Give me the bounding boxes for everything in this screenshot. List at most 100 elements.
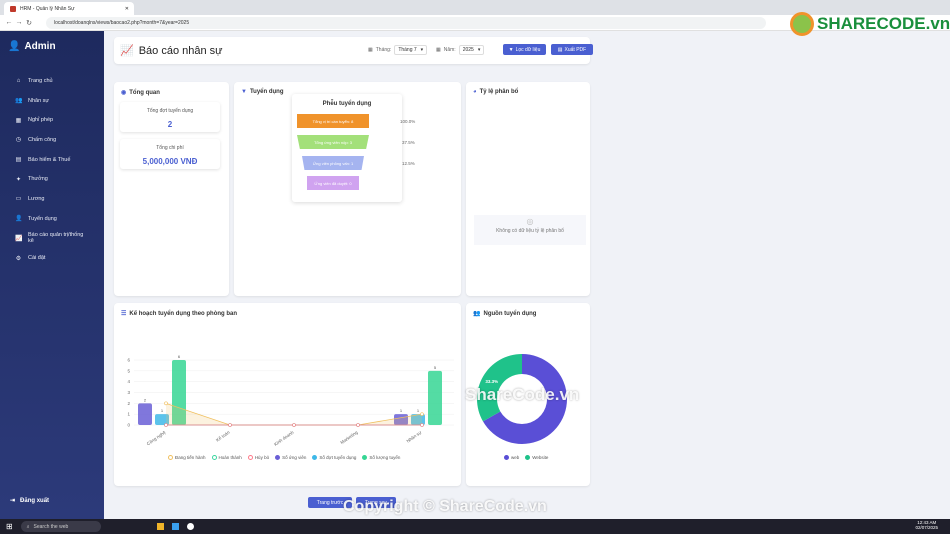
- legend-item[interactable]: Số lượng tuyển: [362, 455, 400, 460]
- funnel-stage-label: Tổng vị trí cần tuyển: 8: [312, 118, 354, 124]
- funnel-stage-label: Ứng viên phỏng vấn: 1: [312, 160, 354, 166]
- line-point: [228, 423, 232, 427]
- y-tick-label: 0: [127, 423, 130, 428]
- line-point: [420, 423, 424, 427]
- center-watermark: ShareCode.vn: [465, 385, 580, 404]
- legend-item[interactable]: Hủy bỏ: [247, 455, 269, 460]
- clock-date: 02/07/2025: [915, 525, 938, 530]
- chart-line-icon: 📈: [120, 45, 134, 57]
- filter-button-label: Lọc dữ liệu: [515, 46, 541, 53]
- filter-button[interactable]: ▼ Lọc dữ liệu: [503, 44, 546, 55]
- funnel-stage: Tổng vị trí cần tuyển: 8: [297, 114, 369, 128]
- y-tick-label: 2: [127, 401, 130, 406]
- legend-item[interactable]: Số đợt tuyển dụng: [312, 455, 356, 460]
- line-point: [420, 412, 424, 416]
- year-select-value: 2025: [462, 47, 474, 53]
- legend-label: Đang tiến hành: [175, 455, 206, 460]
- clock-icon: ◷: [15, 137, 22, 144]
- logout-icon: ⇥: [10, 498, 16, 504]
- recruitment-title: ▼ Tuyển dụng: [241, 89, 284, 95]
- export-pdf-button[interactable]: ▤ Xuất PDF: [551, 44, 593, 55]
- brand-label: Admin: [24, 41, 56, 52]
- recruitment-title-text: Tuyển dụng: [249, 89, 284, 95]
- legend-label: Số đợt tuyển dụng: [319, 455, 357, 460]
- logout-button[interactable]: ⇥ Đăng xuất: [10, 497, 49, 505]
- bar-value-label: 1: [417, 408, 420, 413]
- sidebar-item[interactable]: 👥 Nhân sự: [0, 91, 104, 111]
- reload-icon[interactable]: ↻: [24, 19, 34, 27]
- recruitment-card: ▼ Tuyển dụng Phễu tuyển dụng Tổng vị trí …: [234, 82, 461, 296]
- url-field[interactable]: localhost/doanqlns/views/baocao2.php?mon…: [46, 17, 766, 29]
- home-icon: ⌂: [16, 77, 21, 84]
- export-button-label: Xuất PDF: [564, 46, 587, 53]
- year-filter: ▦ Năm: 2025 ▾: [436, 45, 485, 55]
- x-tick-label: Công nghệ: [146, 429, 167, 446]
- search-icon: ⌕: [26, 523, 30, 530]
- y-tick-label: 6: [127, 358, 130, 363]
- recruitment-funnel: Phễu tuyển dụng Tổng vị trí cần tuyển: 8…: [292, 94, 415, 202]
- vscode-icon[interactable]: [171, 523, 179, 530]
- legend-item[interactable]: Hoàn thành: [211, 455, 242, 460]
- sidebar-item-label: Trang chủ: [28, 77, 53, 84]
- gift-icon: ✦: [15, 176, 22, 183]
- year-select[interactable]: 2025 ▾: [458, 45, 485, 55]
- sidebar-item-label: Chấm công: [28, 136, 57, 143]
- sidebar-item-label: Báo cáo quản trị/thống kê: [28, 232, 84, 245]
- users-icon: 👥: [15, 98, 23, 105]
- taskbar: ⊞ ⌕ Search the web 12:43 AM 02/07/2025: [0, 519, 950, 534]
- funnel-stage-pct: 12.5%: [402, 161, 415, 166]
- legend-label: Hoàn thành: [218, 455, 242, 460]
- sidebar-item[interactable]: ◷ Chấm công: [0, 130, 104, 150]
- funnel-stage-pct: 37.5%: [402, 140, 415, 145]
- sidebar-item-label: Cài đặt: [28, 255, 46, 262]
- sharecode-logo-text: SHARECODE.vn: [817, 14, 950, 33]
- back-icon[interactable]: ←: [4, 19, 14, 26]
- file-explorer-icon[interactable]: [156, 523, 164, 530]
- legend-item[interactable]: Website: [525, 455, 548, 460]
- line-point: [356, 423, 360, 427]
- month-select[interactable]: Tháng 7 ▾: [394, 45, 428, 55]
- legend-item[interactable]: Đang tiến hành: [168, 455, 206, 460]
- legend-swatch: [362, 455, 368, 460]
- funnel-stage: Ứng viên đã duyệt: 0: [307, 176, 359, 190]
- chrome-icon[interactable]: [186, 523, 194, 530]
- sidebar-item[interactable]: ▤ Bảo hiểm & Thuế: [0, 150, 104, 170]
- year-label: Năm:: [443, 47, 456, 53]
- legend-item[interactable]: Số ứng viên: [275, 455, 306, 460]
- legend-swatch: [211, 455, 217, 460]
- gear-icon: ⚙: [15, 255, 22, 262]
- sidebar-item[interactable]: 👤 Tuyển dụng: [0, 209, 104, 229]
- info-icon: ◉: [121, 90, 127, 96]
- sidebar-item[interactable]: ▦ Nghỉ phép: [0, 110, 104, 130]
- bar: [138, 403, 152, 425]
- chevron-down-icon: ▾: [477, 47, 481, 53]
- browser-tab[interactable]: HRM - Quản lý Nhân Sự ✕: [4, 2, 134, 15]
- legend-swatch: [275, 455, 281, 460]
- forward-icon[interactable]: →: [14, 19, 24, 26]
- stat-value: 5,000,000 VNĐ: [142, 157, 198, 166]
- month-filter: ▦ Tháng: Tháng 7 ▾: [368, 45, 428, 55]
- legend-item[interactable]: web: [504, 455, 519, 460]
- sidebar-item[interactable]: ⌂ Trang chủ: [0, 71, 104, 91]
- sidebar-item-label: Lương: [28, 195, 45, 202]
- taskbar-search[interactable]: ⌕ Search the web: [20, 521, 101, 532]
- funnel-stage: Ứng viên phỏng vấn: 1: [302, 156, 364, 170]
- brand: 👤 Admin: [8, 41, 56, 52]
- legend-label: web: [511, 455, 520, 460]
- y-tick-label: 1: [127, 412, 130, 417]
- sidebar-menu: ⌂ Trang chủ 👥 Nhân sự ▦ Nghỉ phép ◷ Chấm công ▤ B…: [0, 71, 104, 268]
- prev-page-label: Trang trước: [316, 499, 344, 506]
- calendar-icon: ▦: [368, 47, 373, 53]
- legend-label: Số ứng viên: [282, 455, 307, 460]
- sidebar-item[interactable]: ✦ Thưởng: [0, 169, 104, 189]
- sidebar-item[interactable]: 📈 Báo cáo quản trị/thống kê: [0, 229, 104, 249]
- close-tab-icon[interactable]: ✕: [125, 6, 129, 12]
- month-select-value: Tháng 7: [398, 47, 417, 53]
- sidebar-item[interactable]: ⚙ Cài đặt: [0, 248, 104, 268]
- legend-label: Số lượng tuyển: [369, 455, 401, 460]
- windows-start-icon[interactable]: ⊞: [6, 522, 13, 531]
- x-tick-label: Marketing: [340, 429, 359, 445]
- distribution-card: ◕ Tỷ lệ phân bổ ◎ Không có dữ liệu tỷ lệ …: [466, 82, 590, 296]
- sidebar-item[interactable]: ▭ Lương: [0, 189, 104, 209]
- donut-slice-label: 33.3%: [485, 379, 498, 384]
